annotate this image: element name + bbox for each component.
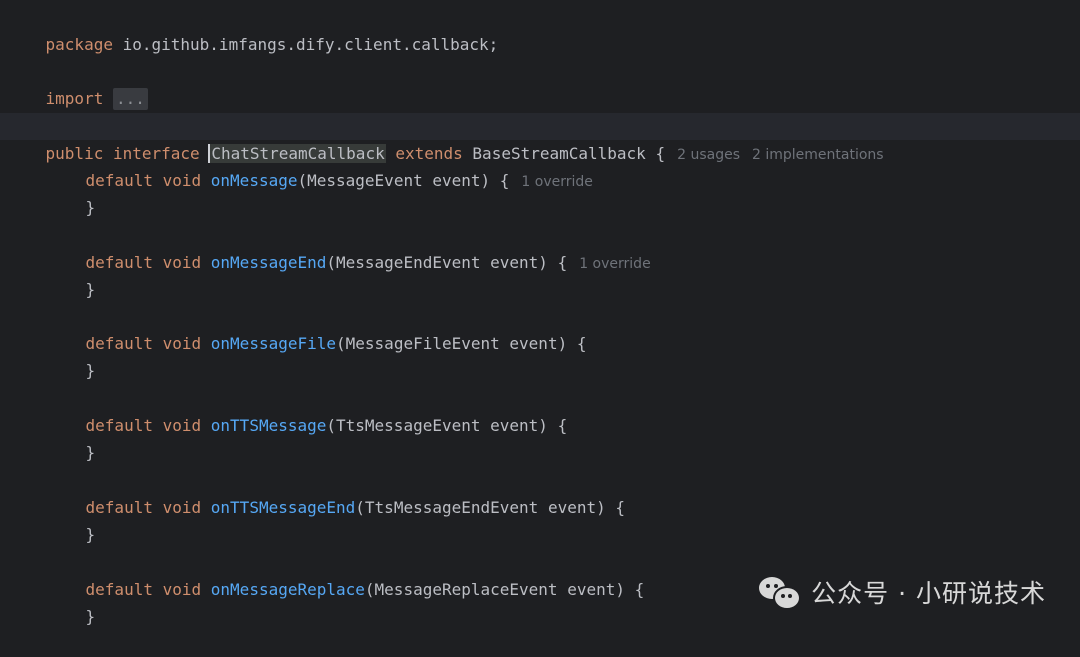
- interface-declaration-line: public interface ChatStreamCallback exte…: [0, 113, 1080, 163]
- method-name[interactable]: onTTSMessage: [211, 416, 327, 435]
- package-name: io.github.imfangs.dify.client.callback;: [112, 35, 499, 54]
- open-brace: {: [655, 144, 666, 163]
- void-keyword: void: [162, 580, 202, 599]
- method-name[interactable]: onMessageFile: [211, 334, 336, 353]
- default-keyword: default: [85, 580, 153, 599]
- method-close-line: }: [7, 330, 96, 380]
- method-signature-line: default void onMessageReplace(MessageRep…: [7, 549, 645, 599]
- method-params: (MessageEndEvent event) {: [326, 253, 568, 272]
- method-signature-line: default void onTTSMessage(TtsMessageEven…: [7, 385, 568, 435]
- method-signature-line: default void onTTSMessageEnd(TtsMessageE…: [7, 467, 625, 517]
- usages-hint[interactable]: 2 usages: [677, 147, 740, 163]
- void-keyword: void: [162, 334, 202, 353]
- method-params: (MessageFileEvent event) {: [336, 334, 587, 353]
- method-params: (MessageReplaceEvent event) {: [364, 580, 645, 599]
- override-hint[interactable]: 1 override: [521, 174, 592, 190]
- implementations-hint[interactable]: 2 implementations: [752, 147, 884, 163]
- method-params: (TtsMessageEndEvent event) {: [355, 498, 625, 517]
- method-close-line: }: [7, 167, 96, 217]
- package-line: package io.github.imfangs.dify.client.ca…: [7, 4, 499, 54]
- method-params: (MessageEvent event) {: [297, 171, 510, 190]
- import-line: import ...: [7, 58, 148, 110]
- wechat-icon: [759, 575, 802, 610]
- default-keyword: default: [85, 498, 153, 517]
- method-name[interactable]: onMessageEnd: [211, 253, 327, 272]
- close-brace: }: [85, 525, 96, 544]
- method-name[interactable]: onMessageReplace: [211, 580, 365, 599]
- method-name[interactable]: onTTSMessageEnd: [211, 498, 356, 517]
- void-keyword: void: [162, 253, 202, 272]
- method-close-line: }: [7, 576, 96, 626]
- method-close-line: }: [7, 249, 96, 299]
- close-brace: }: [85, 443, 96, 462]
- void-keyword: void: [162, 416, 202, 435]
- void-keyword: void: [162, 171, 202, 190]
- method-name[interactable]: onMessage: [211, 171, 298, 190]
- override-hint[interactable]: 1 override: [579, 256, 650, 272]
- default-keyword: default: [85, 416, 153, 435]
- import-fold-toggle[interactable]: ...: [112, 88, 148, 110]
- void-keyword: void: [162, 498, 202, 517]
- close-brace: }: [85, 607, 96, 626]
- code-editor[interactable]: package io.github.imfangs.dify.client.ca…: [0, 0, 1080, 632]
- watermark-text: 公众号 · 小研说技术: [811, 579, 1046, 608]
- close-brace: }: [85, 280, 96, 299]
- method-signature-line: default void onMessageEnd(MessageEndEven…: [7, 222, 651, 272]
- watermark: 公众号 · 小研说技术: [759, 574, 1046, 610]
- default-keyword: default: [85, 253, 153, 272]
- method-signature-line: default void onMessageFile(MessageFileEv…: [7, 303, 587, 353]
- close-brace: }: [85, 198, 96, 217]
- method-close-line: }: [7, 494, 96, 544]
- default-keyword: default: [85, 334, 153, 353]
- import-keyword: import: [45, 89, 104, 108]
- default-keyword: default: [85, 171, 153, 190]
- close-brace: }: [85, 361, 96, 380]
- method-signature-line: default void onMessage(MessageEvent even…: [7, 140, 593, 190]
- method-params: (TtsMessageEvent event) {: [326, 416, 568, 435]
- package-keyword: package: [45, 35, 113, 54]
- method-close-line: }: [7, 412, 96, 462]
